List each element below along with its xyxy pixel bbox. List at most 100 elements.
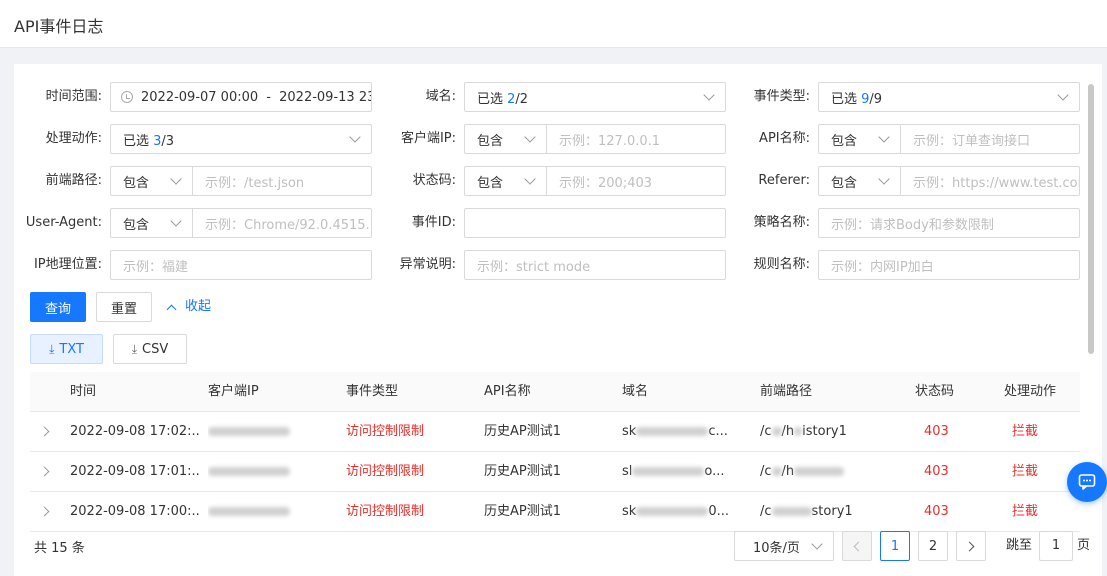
status-code-input[interactable]: 示例：200;403: [547, 172, 725, 191]
chevron-right-icon: [964, 541, 975, 551]
domain-prefix: 已选: [477, 91, 508, 107]
user-agent-operator-select[interactable]: 包含: [111, 209, 193, 237]
row-action: 拦截: [1012, 424, 1039, 439]
row-client-ip: [208, 452, 308, 492]
table-row[interactable]: 2022-09-08 17:00:... 访问控制限制 历史AP测试1 sk 0.…: [30, 492, 1080, 532]
row-client-ip: [208, 492, 308, 532]
action-total-count: /3: [161, 133, 175, 149]
referer-label: Referer:: [758, 173, 810, 188]
event-id-label: 事件ID:: [411, 215, 456, 230]
query-button[interactable]: 查询: [30, 292, 86, 322]
policy-name-placeholder: 示例：请求Body和参数限制: [831, 217, 994, 233]
download-icon: ⤓: [49, 341, 55, 356]
chevron-down-icon: [1057, 89, 1069, 101]
row-time: 2022-09-08 17:02:...: [70, 424, 200, 439]
expand-icon[interactable]: [39, 466, 50, 477]
col-status-code: 状态码: [915, 384, 955, 399]
time-range-end: 2022-09-13 23:59: [279, 89, 371, 105]
api-name-operator-select[interactable]: 包含: [819, 125, 901, 153]
top-bar: API事件日志: [0, 0, 1107, 48]
col-domain: 域名: [622, 384, 649, 399]
next-page-button[interactable]: [956, 531, 986, 561]
page-2-button[interactable]: 2: [918, 531, 948, 561]
chat-button[interactable]: [1067, 462, 1107, 502]
status-code-label: 状态码:: [412, 173, 456, 188]
api-name-operator: 包含: [831, 133, 858, 149]
time-range-picker[interactable]: 2022-09-07 00:00 - 2022-09-13 23:59: [110, 82, 372, 112]
client-ip-input[interactable]: 示例：127.0.0.1: [547, 130, 725, 149]
chevron-down-icon: [524, 173, 536, 185]
action-prefix: 已选: [123, 133, 154, 149]
front-path-label: 前端路径:: [45, 173, 102, 188]
jump-page-input[interactable]: 1: [1039, 531, 1073, 561]
policy-name-input[interactable]: 示例：请求Body和参数限制: [818, 208, 1080, 238]
col-action: 处理动作: [1004, 384, 1057, 399]
client-ip-operator-select[interactable]: 包含: [465, 125, 547, 153]
row-api-name: 历史AP测试1: [484, 424, 562, 439]
page-size-select[interactable]: 10条/页: [734, 531, 834, 561]
row-api-name: 历史AP测试1: [484, 504, 562, 519]
referer-operator-select[interactable]: 包含: [819, 167, 901, 195]
user-agent-filter: 包含 示例：Chrome/92.0.4515.1: [110, 208, 372, 238]
chevron-down-icon: [703, 89, 715, 101]
domain-label: 域名:: [425, 89, 456, 104]
collapse-link[interactable]: 收起: [164, 292, 211, 322]
ip-geo-placeholder: 示例：福建: [123, 259, 189, 275]
event-type-select[interactable]: 已选 9/9: [818, 82, 1080, 112]
status-code-operator-select[interactable]: 包含: [465, 167, 547, 195]
chevron-up-icon: [166, 304, 177, 314]
domain-select[interactable]: 已选 2/2: [464, 82, 726, 112]
chevron-down-icon: [878, 173, 890, 185]
referer-input[interactable]: 示例：https://www.test.com: [901, 172, 1079, 191]
front-path-operator-select[interactable]: 包含: [111, 167, 193, 195]
page-1-button[interactable]: 1: [880, 531, 910, 561]
status-code-filter: 包含 示例：200;403: [464, 166, 726, 196]
expand-icon[interactable]: [39, 426, 50, 437]
row-status-code: 403: [924, 424, 949, 439]
user-agent-label: User-Agent:: [25, 215, 102, 230]
client-ip-filter: 包含 示例：127.0.0.1: [464, 124, 726, 154]
status-code-operator: 包含: [477, 175, 504, 191]
front-path-input[interactable]: 示例：/test.json: [193, 172, 371, 191]
front-path-filter: 包含 示例：/test.json: [110, 166, 372, 196]
row-action: 拦截: [1012, 504, 1039, 519]
export-csv-button[interactable]: ⤓ CSV: [113, 334, 187, 364]
clock-icon: [121, 91, 133, 103]
api-name-input[interactable]: 示例：订单查询接口: [901, 130, 1079, 149]
event-type-label: 事件类型:: [753, 89, 810, 104]
reset-button[interactable]: 重置: [96, 292, 152, 322]
col-front-path: 前端路径: [760, 384, 813, 399]
event-id-input[interactable]: [464, 208, 726, 238]
row-front-path: /c story1: [760, 504, 853, 519]
user-agent-input[interactable]: 示例：Chrome/92.0.4515.1: [193, 214, 371, 233]
table-row[interactable]: 2022-09-08 17:01:... 访问控制限制 历史AP测试1 sl o.…: [30, 452, 1080, 492]
chevron-down-icon: [170, 173, 182, 185]
chevron-down-icon: [878, 131, 890, 143]
table-row[interactable]: 2022-09-08 17:02:... 访问控制限制 历史AP测试1 sk c.…: [30, 412, 1080, 452]
prev-page-button[interactable]: [842, 531, 872, 561]
vertical-scrollbar[interactable]: [1088, 84, 1094, 354]
action-select[interactable]: 已选 3/3: [110, 124, 372, 154]
content-card: 时间范围: 2022-09-07 00:00 - 2022-09-13 23:5…: [14, 64, 1107, 576]
row-front-path: /c/h istory1: [760, 424, 847, 439]
expand-icon[interactable]: [39, 506, 50, 517]
chevron-down-icon: [524, 131, 536, 143]
rule-name-input[interactable]: 示例：内网IP加白: [818, 250, 1080, 280]
row-status-code: 403: [924, 464, 949, 479]
row-event-type: 访问控制限制: [346, 464, 425, 479]
export-txt-button[interactable]: ⤓ TXT: [30, 334, 103, 364]
download-icon: ⤓: [131, 341, 138, 356]
ip-geo-input[interactable]: 示例：福建: [110, 250, 372, 280]
event-type-total-count: /9: [869, 91, 883, 107]
chevron-down-icon: [349, 131, 361, 143]
anomaly-label: 异常说明:: [399, 257, 456, 272]
time-range-start: 2022-09-07 00:00: [141, 89, 259, 105]
row-time: 2022-09-08 17:00:...: [70, 504, 200, 519]
collapse-label: 收起: [185, 299, 212, 314]
client-ip-label: 客户端IP:: [400, 131, 456, 146]
policy-name-label: 策略名称:: [753, 215, 810, 230]
export-txt-label: TXT: [59, 341, 84, 357]
domain-total-count: /2: [515, 91, 529, 107]
row-action: 拦截: [1012, 464, 1039, 479]
anomaly-input[interactable]: 示例：strict mode: [464, 250, 726, 280]
